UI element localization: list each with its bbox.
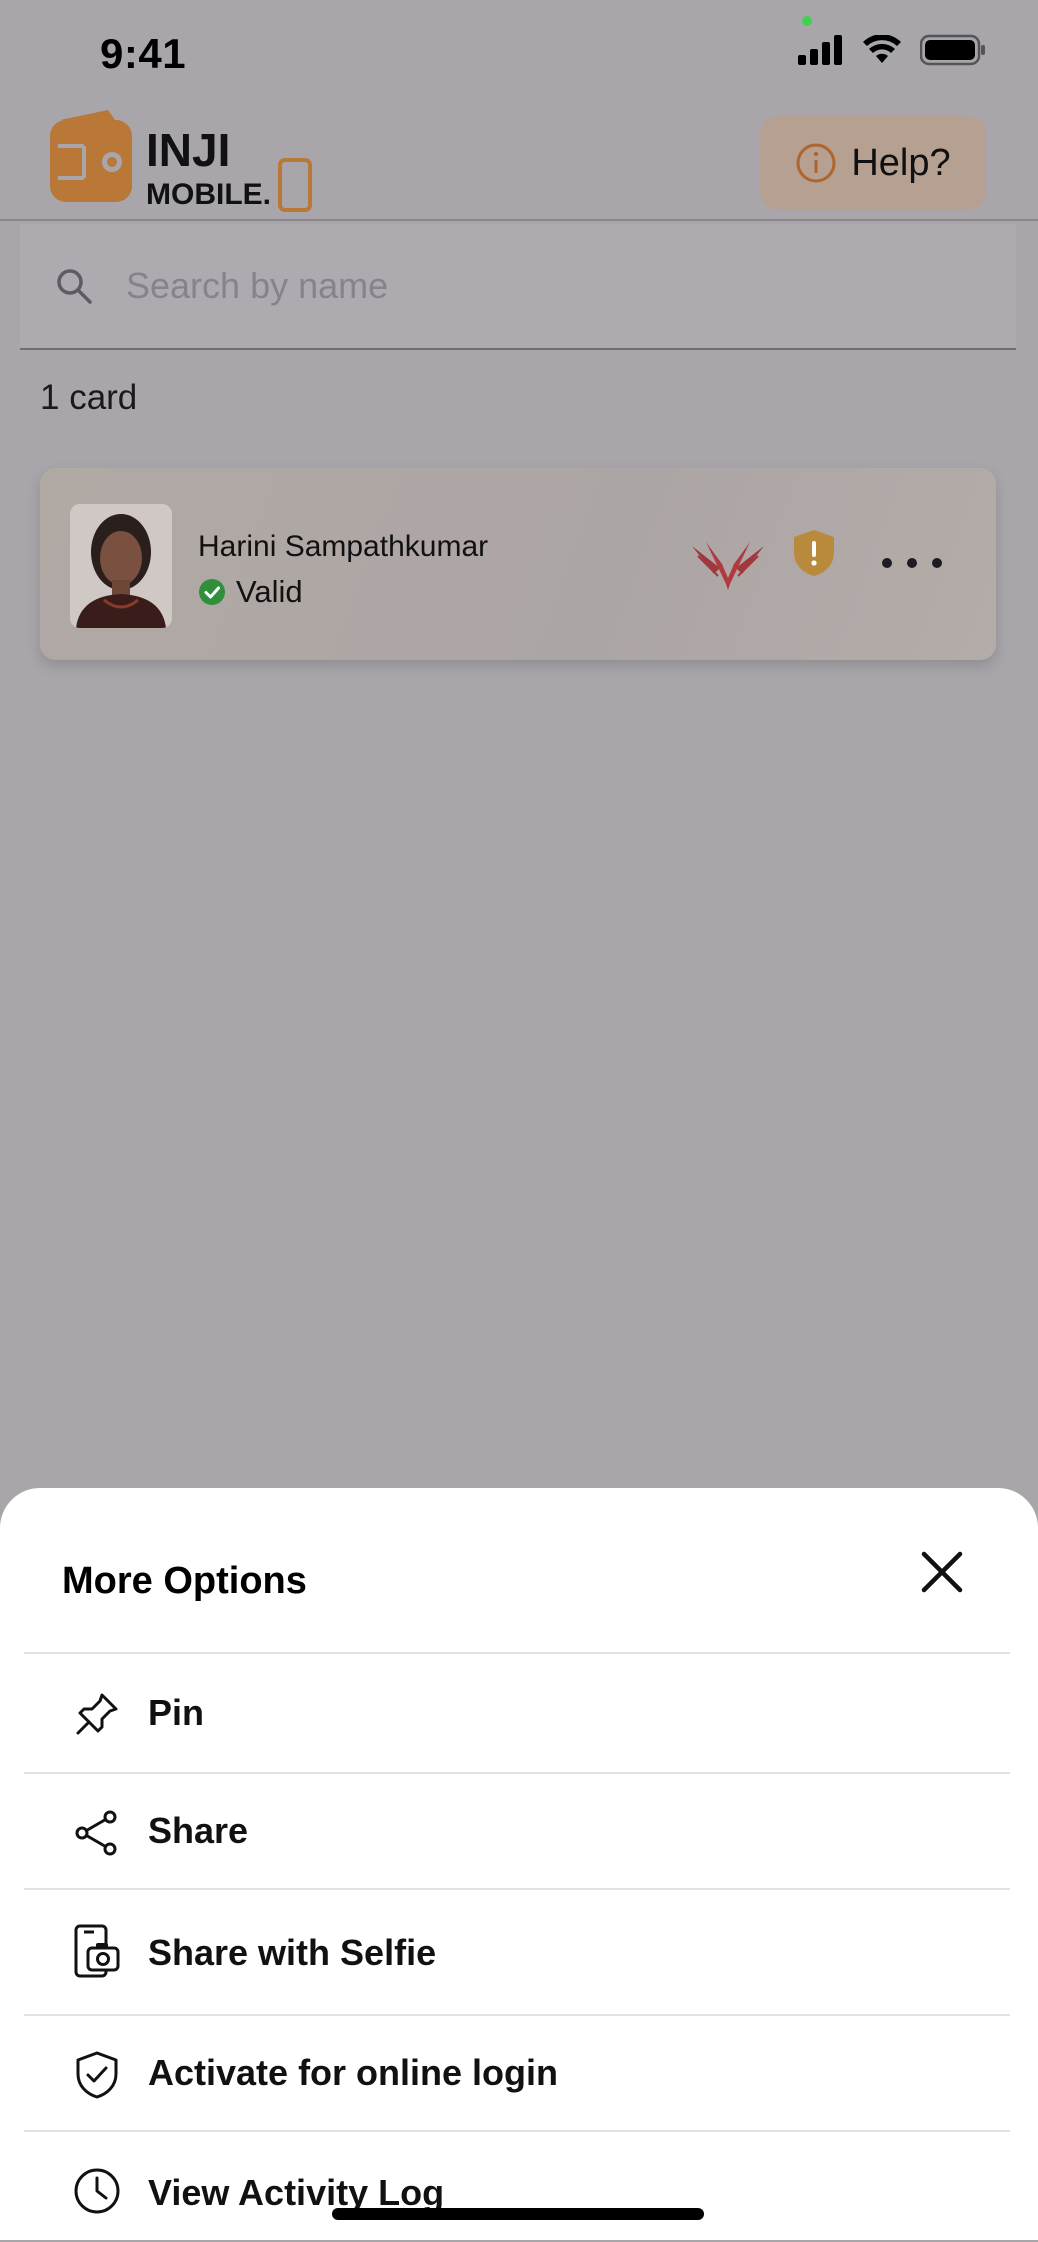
- wallet-home-screen: 9:41 INJI MOBILE. Help? Search by name 1…: [0, 0, 1038, 2240]
- menu-item-pin[interactable]: Pin: [24, 1652, 1010, 1774]
- logo-text-top: INJI: [146, 124, 230, 176]
- more-options-button[interactable]: [882, 548, 942, 578]
- search-input[interactable]: [124, 264, 928, 308]
- dot: [882, 558, 892, 568]
- logo-text-bottom: MOBILE.: [146, 178, 271, 211]
- sheet-title: More Options: [62, 1560, 307, 1602]
- privacy-indicator-dot: [802, 16, 812, 26]
- info-icon: [796, 143, 836, 183]
- wifi-icon: [863, 35, 901, 63]
- share-icon: [75, 1810, 117, 1856]
- check-circle-icon: [199, 579, 225, 605]
- help-label: Help?: [851, 141, 951, 184]
- header-divider: [0, 219, 1038, 221]
- menu-item-label: Share with Selfie: [148, 1932, 437, 1973]
- credential-card[interactable]: Harini Sampathkumar Valid: [40, 468, 996, 660]
- clock-icon: [74, 2168, 120, 2214]
- pin-icon: [76, 1693, 118, 1735]
- unverified-shield-icon: [794, 530, 834, 576]
- holder-name: Harini Sampathkumar: [198, 530, 489, 563]
- status-time: 9:41: [100, 30, 187, 77]
- search-icon: [57, 269, 92, 304]
- validity-label: Valid: [236, 574, 303, 609]
- cellular-signal-icon: [798, 35, 842, 65]
- menu-item-activate-online-login[interactable]: Activate for online login: [24, 2014, 1010, 2132]
- menu-item-share[interactable]: Share: [24, 1772, 1010, 1890]
- shield-check-icon: [76, 2051, 118, 2099]
- issuer-logo-icon: [692, 542, 764, 590]
- menu-item-label: Share: [148, 1810, 249, 1851]
- home-indicator[interactable]: [332, 2208, 704, 2220]
- more-options-sheet: More Options Pin Share Share with Selfie…: [0, 1488, 1038, 2240]
- inji-mobile-logo: INJI MOBILE.: [50, 110, 312, 212]
- menu-item-share-with-selfie[interactable]: Share with Selfie: [24, 1888, 1010, 2016]
- holder-photo: [70, 504, 172, 628]
- menu-item-label: Pin: [148, 1692, 205, 1733]
- help-button[interactable]: Help?: [760, 116, 986, 210]
- status-icons: [798, 34, 986, 66]
- battery-icon: [920, 34, 985, 66]
- share-selfie-icon: [74, 1924, 120, 1978]
- dot: [907, 558, 917, 568]
- card-count: 1 card: [40, 378, 138, 417]
- menu-item-view-activity-log[interactable]: View Activity Log: [24, 2130, 1010, 2242]
- dot: [932, 558, 942, 568]
- close-icon[interactable]: [914, 1544, 970, 1600]
- menu-item-label: Activate for online login: [148, 2052, 559, 2093]
- search-bar[interactable]: [20, 224, 1016, 350]
- validity-status: Valid: [198, 574, 303, 610]
